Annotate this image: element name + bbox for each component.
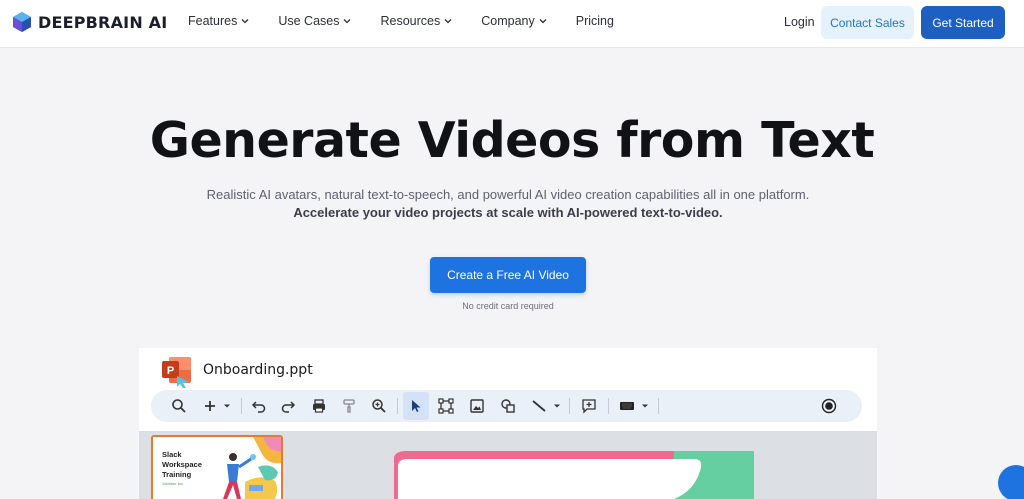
image-icon[interactable] <box>467 390 487 422</box>
menu-item-features[interactable]: Features <box>188 14 249 28</box>
toolbar-divider <box>241 398 242 414</box>
slide-thumbnail[interactable]: Slack Workspace Training Jobbber Inc. <box>151 435 283 499</box>
hero-subtitle-bold: Accelerate your video projects at scale … <box>293 205 723 220</box>
cta-note: No credit card required <box>462 301 554 311</box>
shapes-icon[interactable] <box>498 390 518 422</box>
menu-item-use-cases[interactable]: Use Cases <box>278 14 351 28</box>
chevron-down-icon[interactable] <box>639 390 651 422</box>
hero-title: Generate Videos from Text <box>149 112 875 169</box>
chat-widget-button[interactable] <box>998 465 1024 499</box>
menu-item-label: Features <box>188 14 238 28</box>
menu-item-label: Resources <box>380 14 441 28</box>
add-icon[interactable] <box>200 390 220 422</box>
menu-item-label: Use Cases <box>278 14 340 28</box>
paint-format-icon[interactable] <box>339 390 359 422</box>
deepbrain-logo-icon <box>13 12 31 32</box>
redo-icon[interactable] <box>278 390 298 422</box>
toolbar-divider <box>608 398 609 414</box>
chevron-down-icon <box>539 19 547 24</box>
thumbnail-title: Slack Workspace Training <box>162 450 202 479</box>
brand-logo[interactable]: DEEPBRAIN AI <box>12 11 167 33</box>
menu-item-company[interactable]: Company <box>481 14 547 28</box>
top-navigation: DEEPBRAIN AI Features Use Cases Resource… <box>0 0 1024 48</box>
chevron-down-icon[interactable] <box>551 390 563 422</box>
record-icon[interactable] <box>819 390 839 422</box>
editor-toolbar <box>151 390 862 422</box>
chevron-down-icon <box>241 19 249 24</box>
toolbar-divider <box>397 398 398 414</box>
login-link[interactable]: Login <box>784 15 815 29</box>
menu-item-label: Pricing <box>575 14 614 28</box>
cursor-icon[interactable] <box>403 392 429 420</box>
brand-name: DEEPBRAIN AI <box>38 12 168 32</box>
main-menu: Features Use Cases Resources Company Pri… <box>188 14 643 28</box>
line-icon[interactable] <box>529 390 549 422</box>
hero-subtitle: Realistic AI avatars, natural text-to-sp… <box>206 187 810 202</box>
chevron-down-icon <box>344 19 351 24</box>
main-slide-preview <box>394 451 754 499</box>
slide-canvas: Slack Workspace Training Jobbber Inc. <box>139 431 877 499</box>
toolbar-divider <box>569 398 570 414</box>
print-icon[interactable] <box>309 390 329 422</box>
menu-item-label: Company <box>481 14 535 28</box>
menu-item-resources[interactable]: Resources <box>380 14 452 28</box>
select-frame-icon[interactable] <box>435 390 457 422</box>
contact-sales-button[interactable]: Contact Sales <box>821 6 914 39</box>
toolbar-divider <box>658 398 659 414</box>
thumbnail-subtitle: Jobbber Inc. <box>162 481 185 486</box>
keyboard-icon[interactable] <box>617 390 637 422</box>
menu-item-pricing[interactable]: Pricing <box>576 14 614 28</box>
get-started-button[interactable]: Get Started <box>921 6 1005 39</box>
create-free-video-button[interactable]: Create a Free AI Video <box>430 257 586 293</box>
svg-text:P: P <box>167 365 174 377</box>
undo-icon[interactable] <box>249 390 269 422</box>
search-icon[interactable] <box>169 390 189 422</box>
chevron-down-icon[interactable] <box>221 390 233 422</box>
file-name: Onboarding.ppt <box>203 362 313 378</box>
powerpoint-icon: P <box>162 357 191 388</box>
app-preview: P Onboarding.ppt Slack Workspace Trainin… <box>139 348 877 499</box>
comment-add-icon[interactable] <box>578 390 600 422</box>
chevron-down-icon <box>444 19 452 24</box>
zoom-icon[interactable] <box>369 390 389 422</box>
